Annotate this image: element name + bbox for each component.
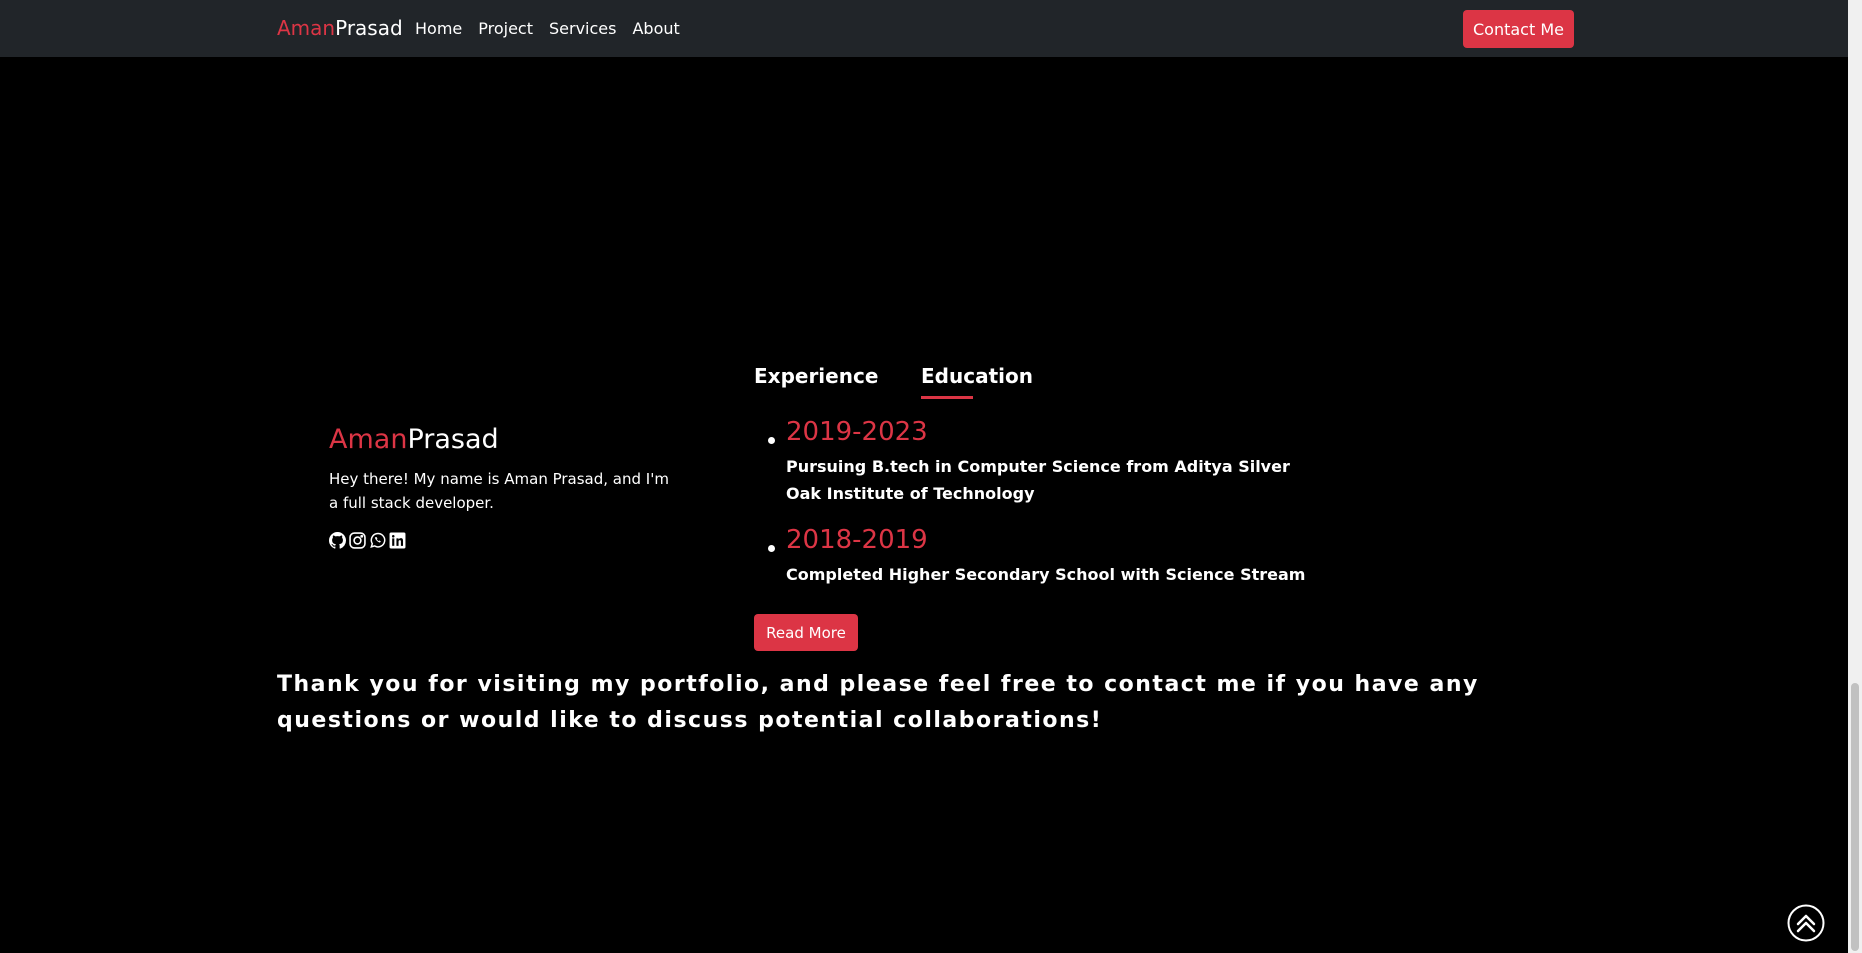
tab-education[interactable]: Education [921,364,1033,388]
profile-name: AmanPrasad [329,424,499,455]
brand-second: Prasad [335,16,403,40]
linkedin-icon[interactable] [389,532,406,549]
list-bullet [768,545,775,552]
active-tab-indicator [921,396,973,399]
read-more-button[interactable]: Read More [754,614,858,651]
education-year: 2018-2019 [786,525,928,555]
list-bullet [768,437,775,444]
nav-link-services[interactable]: Services [549,19,616,38]
education-description: Completed Higher Secondary School with S… [786,565,1306,584]
education-description: Pursuing B.tech in Computer Science from… [786,457,1290,503]
education-item: 2018-2019 Completed Higher Secondary Sch… [786,525,1306,588]
education-item: 2019-2023 Pursuing B.tech in Computer Sc… [786,417,1306,507]
instagram-icon[interactable] [349,532,366,549]
education-year: 2019-2023 [786,417,928,447]
whatsapp-icon[interactable] [369,532,386,549]
nav-links: Home Project Services About [415,19,680,38]
nav-link-project[interactable]: Project [478,19,533,38]
profile-name-second: Prasad [407,424,499,455]
scroll-to-top-icon[interactable] [1787,904,1825,942]
thanks-message: Thank you for visiting my portfolio, and… [277,672,1479,733]
tab-experience[interactable]: Experience [754,364,878,388]
nav-link-home[interactable]: Home [415,19,462,38]
nav-link-about[interactable]: About [632,19,679,38]
social-links [329,532,406,549]
page-scrollbar[interactable] [1848,0,1862,953]
github-icon[interactable] [329,532,346,549]
scrollbar-thumb[interactable] [1851,683,1859,951]
brand-first: Aman [277,16,336,40]
contact-me-button[interactable]: Contact Me [1463,10,1574,48]
brand-logo[interactable]: AmanPrasad [277,16,403,40]
profile-name-first: Aman [329,424,408,455]
profile-bio: Hey there! My name is Aman Prasad, and I… [329,470,669,512]
navbar: AmanPrasad Home Project Services About C… [0,0,1848,57]
